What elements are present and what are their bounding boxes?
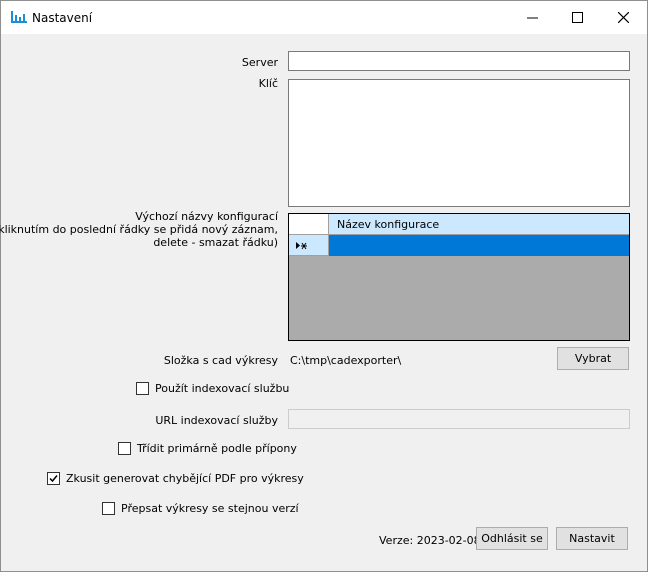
- minimize-icon: [526, 17, 538, 19]
- index-url-label: URL indexovací služby: [155, 414, 278, 427]
- configs-label-line2: (kliknutím do poslední řádky se přidá no…: [0, 223, 278, 236]
- configs-grid[interactable]: Název konfigurace: [288, 213, 630, 341]
- key-textarea[interactable]: [288, 79, 630, 207]
- configs-label-line1: Výchozí názvy konfigurací: [135, 210, 278, 223]
- app-icon: [11, 11, 27, 23]
- folder-path: C:\tmp\cadexporter\: [290, 354, 402, 367]
- grid-column-header[interactable]: Název konfigurace: [329, 214, 629, 235]
- close-button[interactable]: [600, 1, 646, 34]
- close-icon: [617, 12, 629, 23]
- apply-button[interactable]: Nastavit: [556, 527, 628, 550]
- window-title: Nastavení: [32, 11, 93, 25]
- minimize-button[interactable]: [509, 1, 555, 34]
- settings-window: Nastavení Server Klíč Výchozí názvy konf…: [0, 0, 648, 572]
- use-index-checkbox[interactable]: [136, 382, 149, 395]
- logout-button[interactable]: Odhlásit se: [476, 527, 548, 550]
- version-text: Verze: 2023-02-08: [379, 534, 481, 547]
- title-bar[interactable]: Nastavení: [1, 1, 647, 34]
- server-input[interactable]: [288, 51, 630, 71]
- sort-by-ext-label: Třídit primárně podle přípony: [137, 442, 297, 455]
- checkmark-icon: [49, 475, 58, 483]
- sort-by-ext-checkbox[interactable]: [118, 442, 131, 455]
- maximize-button[interactable]: [554, 1, 600, 34]
- gen-pdf-label: Zkusit generovat chybějící PDF pro výkre…: [66, 472, 304, 485]
- grid-new-row-cell[interactable]: [329, 235, 629, 256]
- new-row-pointer-icon: [296, 242, 307, 250]
- overwrite-checkbox[interactable]: [102, 502, 115, 515]
- index-url-input: [288, 409, 630, 429]
- overwrite-label: Přepsat výkresy se stejnou verzí: [121, 502, 299, 515]
- maximize-icon: [571, 12, 583, 23]
- gen-pdf-checkbox[interactable]: [47, 472, 60, 485]
- server-label: Server: [241, 56, 278, 69]
- grid-row-header[interactable]: [289, 235, 329, 256]
- folder-label: Složka s cad výkresy: [163, 354, 278, 367]
- key-label: Klíč: [258, 77, 278, 90]
- select-folder-button[interactable]: Vybrat: [557, 347, 629, 370]
- grid-corner-header[interactable]: [289, 214, 329, 235]
- configs-label-line3: delete - smazat řádku): [153, 236, 278, 249]
- use-index-label: Použít indexovací službu: [155, 382, 290, 395]
